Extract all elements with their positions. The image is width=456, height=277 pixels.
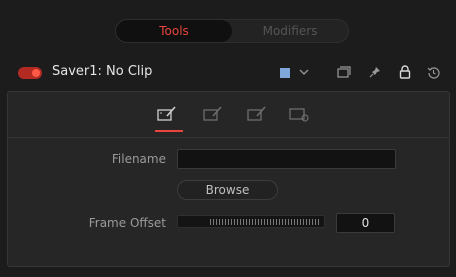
export-tab-icon[interactable] — [247, 106, 267, 122]
frame-offset-field[interactable]: 0 — [336, 213, 395, 233]
frame-offset-label: Frame Offset — [88, 216, 166, 230]
format-tab-icon[interactable] — [203, 106, 223, 122]
tool-enable-toggle[interactable] — [18, 67, 42, 79]
frame-offset-slider[interactable] — [177, 215, 325, 228]
filename-field[interactable] — [177, 149, 396, 169]
pin-icon[interactable] — [366, 63, 384, 81]
top-tab-bar: Tools Modifiers — [115, 19, 349, 43]
slider-ticks — [210, 219, 320, 225]
file-tab-icon[interactable] — [155, 106, 183, 132]
browse-button[interactable]: Browse — [177, 180, 278, 200]
settings-tab-icon[interactable] — [289, 106, 309, 122]
chevron-down-icon[interactable] — [295, 63, 313, 81]
tool-header: Saver1: No Clip — [0, 58, 456, 88]
inspector-panel: Filename Browse Frame Offset 0 — [7, 91, 450, 267]
tab-modifiers[interactable]: Modifiers — [232, 20, 348, 42]
panel-tab-row — [8, 92, 449, 138]
version-icon[interactable] — [335, 63, 353, 81]
tool-title: Saver1: No Clip — [52, 64, 153, 79]
tool-color-swatch[interactable] — [280, 68, 290, 78]
reset-icon[interactable] — [424, 63, 442, 81]
filename-label: Filename — [111, 152, 166, 166]
tab-tools[interactable]: Tools — [116, 20, 232, 42]
lock-icon[interactable] — [396, 63, 414, 81]
